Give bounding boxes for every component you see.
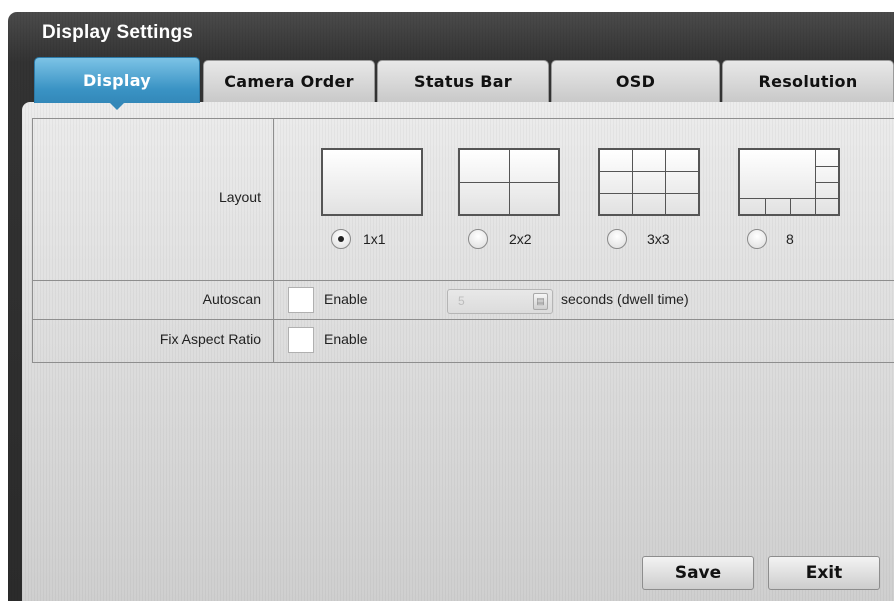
dwell-time-suffix: seconds (dwell time) bbox=[561, 291, 689, 307]
dwell-time-input[interactable]: 5 ▤ bbox=[447, 289, 553, 314]
autoscan-enable-checkbox[interactable] bbox=[288, 287, 314, 313]
dwell-time-value: 5 bbox=[458, 294, 465, 308]
autoscan-enable-label: Enable bbox=[324, 291, 368, 307]
grid-line bbox=[815, 182, 840, 183]
fix-aspect-ratio-label: Fix Aspect Ratio bbox=[159, 331, 261, 347]
grid-line bbox=[600, 171, 698, 172]
layout-8-radio[interactable] bbox=[747, 229, 767, 249]
layout-1x1-label: 1x1 bbox=[363, 231, 386, 247]
radio-selected-dot bbox=[338, 236, 344, 242]
window-title: Display Settings bbox=[42, 22, 194, 43]
grid-line bbox=[790, 198, 791, 216]
exit-button[interactable]: Exit bbox=[768, 556, 880, 590]
layout-3x3-preview[interactable] bbox=[598, 148, 700, 216]
tab-camera-order[interactable]: Camera Order bbox=[203, 60, 375, 102]
layout-label: Layout bbox=[218, 189, 261, 205]
grid-line bbox=[632, 150, 633, 214]
grid-line bbox=[740, 198, 838, 199]
layout-3x3-radio[interactable] bbox=[607, 229, 627, 249]
layout-2x2-label: 2x2 bbox=[509, 231, 532, 247]
tab-status-bar[interactable]: Status Bar bbox=[377, 60, 549, 102]
layout-8-label: 8 bbox=[786, 231, 794, 247]
autoscan-label: Autoscan bbox=[202, 291, 261, 307]
settings-grid: Layout 1x1 2x2 3x3 8 Autoscan Enable 5 ▤… bbox=[32, 118, 894, 363]
settings-panel: Layout 1x1 2x2 3x3 8 Autoscan Enable 5 ▤… bbox=[22, 102, 894, 601]
save-button[interactable]: Save bbox=[642, 556, 754, 590]
column-divider bbox=[273, 119, 274, 362]
row-divider bbox=[33, 280, 894, 281]
layout-1x1-radio[interactable] bbox=[331, 229, 351, 249]
grid-line bbox=[460, 182, 558, 183]
grid-line bbox=[600, 193, 698, 194]
fix-aspect-ratio-enable-label: Enable bbox=[324, 331, 368, 347]
layout-1x1-preview[interactable] bbox=[321, 148, 423, 216]
display-settings-window: Display Settings Display Camera Order St… bbox=[8, 12, 894, 601]
tab-osd[interactable]: OSD bbox=[551, 60, 720, 102]
row-divider bbox=[33, 319, 894, 320]
grid-line bbox=[665, 150, 666, 214]
layout-2x2-preview[interactable] bbox=[458, 148, 560, 216]
grid-line bbox=[815, 166, 840, 167]
layout-2x2-radio[interactable] bbox=[468, 229, 488, 249]
grid-line bbox=[765, 198, 766, 216]
calendar-icon[interactable]: ▤ bbox=[533, 293, 548, 310]
tab-display[interactable]: Display bbox=[34, 57, 200, 110]
layout-3x3-label: 3x3 bbox=[647, 231, 670, 247]
fix-aspect-ratio-checkbox[interactable] bbox=[288, 327, 314, 353]
layout-8-preview[interactable] bbox=[738, 148, 840, 216]
tab-resolution[interactable]: Resolution bbox=[722, 60, 894, 102]
